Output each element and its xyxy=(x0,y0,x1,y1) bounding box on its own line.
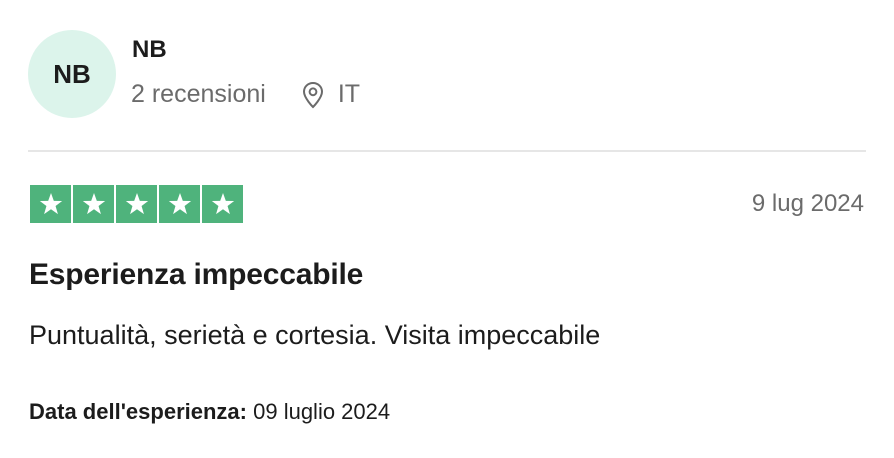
location-pin-icon xyxy=(302,81,323,108)
review-body: Puntualità, serietà e cortesia. Visita i… xyxy=(29,320,601,350)
star-1 xyxy=(30,185,71,223)
star-3 xyxy=(116,185,157,223)
reviews-count: 2 recensioni xyxy=(131,80,266,108)
star-icon xyxy=(39,192,62,215)
experience-date-value: 09 luglio 2024 xyxy=(253,399,391,424)
star-icon xyxy=(125,192,148,215)
review-title[interactable]: Esperienza impeccabile xyxy=(29,258,363,292)
experience-date: Data dell'esperienza: 09 luglio 2024 xyxy=(29,399,390,425)
star-4 xyxy=(159,185,200,223)
divider xyxy=(28,150,866,152)
avatar[interactable]: NB xyxy=(28,30,116,118)
star-2 xyxy=(73,185,114,223)
star-icon xyxy=(82,192,105,215)
reviewer-name[interactable]: NB xyxy=(132,36,167,64)
star-icon xyxy=(168,192,191,215)
review-date: 9 lug 2024 xyxy=(751,190,864,217)
experience-date-label: Data dell'esperienza: xyxy=(29,399,247,424)
star-rating xyxy=(30,185,243,223)
star-icon xyxy=(211,192,234,215)
reviewer-country: IT xyxy=(337,80,361,108)
reviewer-meta: 2 recensioni IT xyxy=(131,80,360,109)
star-5 xyxy=(202,185,243,223)
reviewer-location: IT xyxy=(300,80,360,109)
avatar-initials: NB xyxy=(53,58,91,89)
review-card: NB NB 2 recensioni IT 9 lug 2024 Esperie… xyxy=(0,0,894,458)
